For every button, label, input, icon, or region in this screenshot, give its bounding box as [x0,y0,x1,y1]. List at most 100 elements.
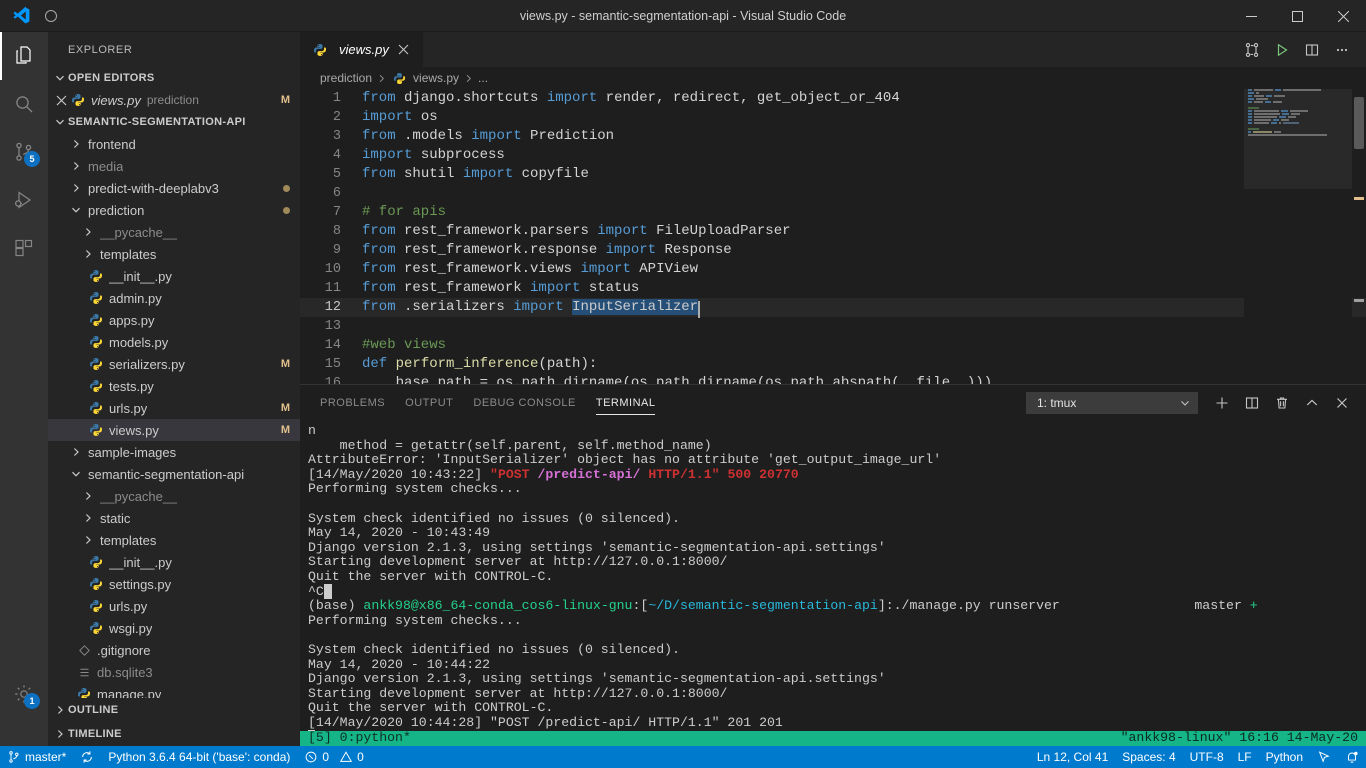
status-encoding[interactable]: UTF-8 [1183,746,1231,768]
terminal-text: "POST [490,466,538,482]
tree-item-manage-py[interactable]: manage.py [48,683,300,698]
maximize-panel-icon[interactable] [1298,389,1326,417]
tree-item-settings-py[interactable]: settings.py [48,573,300,595]
minimap-segment [1248,110,1253,112]
tree-item-frontend[interactable]: frontend [48,133,300,155]
tree-item-static[interactable]: static [48,507,300,529]
code-token: import [597,223,648,239]
tree-item-urls-py[interactable]: urls.py M [48,397,300,419]
tree-item-wsgi-py[interactable]: wsgi.py [48,617,300,639]
status-cursor-position[interactable]: Ln 12, Col 41 [1030,746,1115,768]
status-notifications[interactable] [1338,746,1366,768]
terminal-text: :[ [632,598,649,614]
close-icon[interactable] [395,41,413,59]
file-tree: frontend media predict-with-deeplabv3 predi… [48,133,300,698]
activity-item-search[interactable] [0,80,48,128]
line-number: 15 [324,357,341,372]
tree-item--pycache-[interactable]: __pycache__ [48,221,300,243]
tree-item-db-sqlite3[interactable]: db.sqlite3 [48,661,300,683]
code-token: .serializers [395,299,514,315]
tree-item-sample-images[interactable]: sample-images [48,441,300,463]
run-python-file-icon[interactable] [1268,32,1296,67]
tree-item--init-py[interactable]: __init__.py [48,265,300,287]
tab-debug-console[interactable]: DEBUG CONSOLE [473,385,575,420]
minimap-segment [1270,122,1278,124]
project-folder-header[interactable]: SEMANTIC-SEGMENTATION-API [48,111,300,133]
kill-terminal-icon[interactable] [1268,389,1296,417]
open-changes-icon[interactable] [1238,32,1266,67]
activity-item-explorer[interactable] [0,32,48,80]
activity-item-manage[interactable]: 1 [0,670,48,718]
tree-item-prediction[interactable]: prediction [48,199,300,221]
tree-item-apps-py[interactable]: apps.py [48,309,300,331]
tree-item-urls-py[interactable]: urls.py [48,595,300,617]
tree-item-predict-with-deeplabv3[interactable]: predict-with-deeplabv3 [48,177,300,199]
outline-section[interactable]: OUTLINE [48,698,300,722]
tree-item-templates[interactable]: templates [48,243,300,265]
code-text: from shutil import copyfile [362,165,589,184]
status-feedback[interactable] [1310,746,1338,768]
tab-terminal[interactable]: TERMINAL [595,385,656,420]
tree-item--gitignore[interactable]: .gitignore [48,639,300,661]
terminal-selector[interactable]: 1: tmux [1026,391,1198,414]
code-token: # for apis [362,204,447,220]
python-icon [88,422,104,438]
status-sync[interactable] [73,746,101,768]
tree-item--init-py[interactable]: __init__.py [48,551,300,573]
minimap[interactable] [1244,89,1352,384]
code-token: base_path = os.path.dirname(os.path.dirn… [362,375,993,384]
tab-problems[interactable]: PROBLEMS [320,385,385,420]
terminal-text: [14/May/2020 10:44:28] "POST /predict-ap… [308,714,783,730]
code-editor[interactable]: 1 from django.shortcuts import render, re… [300,89,1366,384]
tree-item-tests-py[interactable]: tests.py [48,375,300,397]
close-button[interactable] [1320,0,1366,32]
tree-item-admin-py[interactable]: admin.py [48,287,300,309]
breadcrumb-item-0[interactable]: prediction [320,71,372,85]
split-editor-icon[interactable] [1298,32,1326,67]
minimize-button[interactable] [1228,0,1274,32]
split-terminal-icon[interactable] [1238,389,1266,417]
breadcrumb-item-2[interactable]: ... [478,71,488,85]
code-text: from rest_framework import status [362,279,639,298]
open-editor-item[interactable]: views.py prediction M [48,89,300,111]
minimap-segment [1248,95,1253,97]
status-python-interpreter[interactable]: Python 3.6.4 64-bit ('base': conda) [101,746,297,768]
minimap-slider[interactable] [1244,89,1352,189]
terminal-line: Starting development server at http://12… [308,686,1366,702]
editor-tab-views-py[interactable]: views.py [300,32,424,67]
close-editor-icon[interactable] [52,95,70,106]
tree-item--pycache-[interactable]: __pycache__ [48,485,300,507]
tree-item-views-py[interactable]: views.py M [48,419,300,441]
remote-status-circle-icon[interactable] [45,9,57,22]
more-actions-icon[interactable] [1328,32,1356,67]
terminal-output[interactable]: n method = getattr(self.parent, self.met… [300,420,1366,746]
code-text: from rest_framework.views import APIView [362,260,698,279]
close-panel-icon[interactable] [1328,389,1356,417]
tree-item-semantic-segmentation-api[interactable]: semantic-segmentation-api [48,463,300,485]
code-token: import [546,90,598,106]
scrollbar-thumb[interactable] [1354,97,1364,149]
status-branch[interactable]: master* [0,746,73,768]
tree-item-media[interactable]: media [48,155,300,177]
activity-item-run-and-debug[interactable] [0,176,48,224]
chevron-right-icon [376,73,387,84]
status-problems[interactable]: 0 0 [297,746,370,768]
chevron-down-icon [68,466,84,482]
activity-item-source-control[interactable]: 5 [0,128,48,176]
editor-scrollbar[interactable] [1352,89,1366,384]
tree-item-serializers-py[interactable]: serializers.py M [48,353,300,375]
new-terminal-icon[interactable] [1208,389,1236,417]
tree-item-templates[interactable]: templates [48,529,300,551]
breadcrumb-item-1[interactable]: views.py [413,71,459,85]
tree-item-models-py[interactable]: models.py [48,331,300,353]
status-language-mode[interactable]: Python [1259,746,1310,768]
activity-item-extensions[interactable] [0,224,48,272]
open-editors-header[interactable]: OPEN EDITORS [48,67,300,89]
status-indentation[interactable]: Spaces: 4 [1115,746,1182,768]
timeline-section[interactable]: TIMELINE [48,722,300,746]
tmux-left: [5] 0:python* [308,730,411,746]
tab-output[interactable]: OUTPUT [405,385,453,420]
status-eol[interactable]: LF [1231,746,1259,768]
maximize-button[interactable] [1274,0,1320,32]
minimap-segment [1279,122,1282,124]
